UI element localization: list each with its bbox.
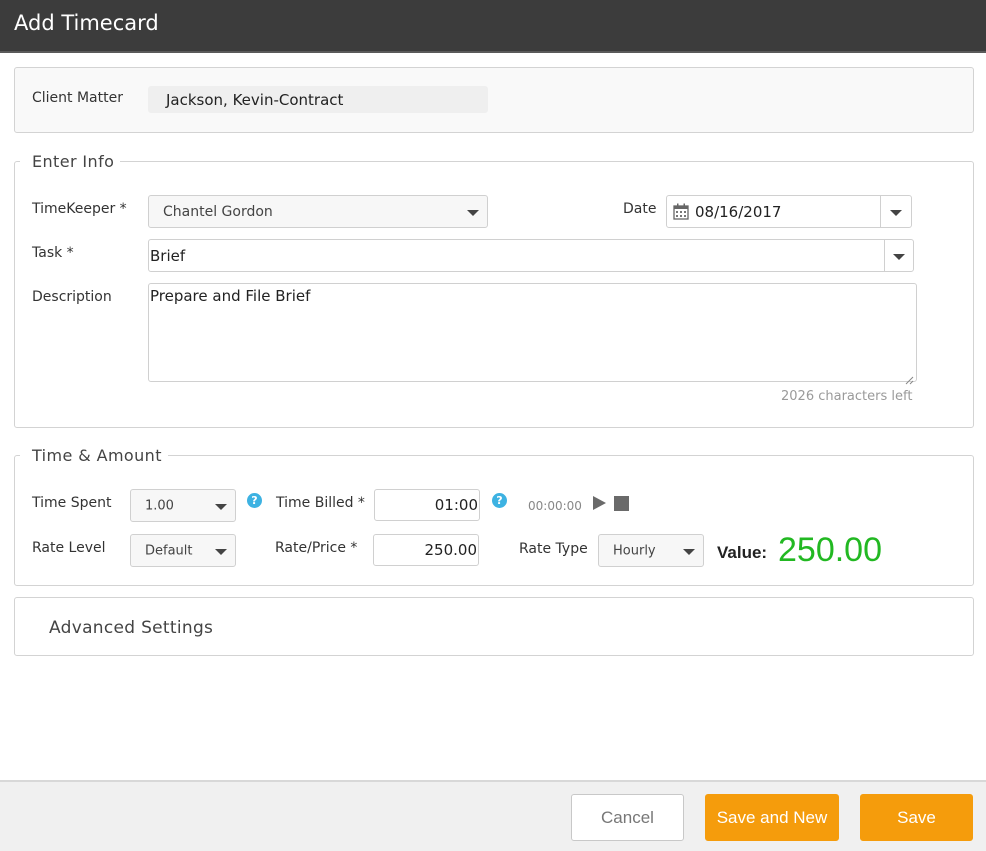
- timekeeper-value: Chantel Gordon: [163, 203, 273, 220]
- rate-price-input[interactable]: 250.00: [373, 534, 479, 566]
- task-label: Task *: [32, 245, 74, 261]
- resize-handle-icon[interactable]: [905, 370, 914, 385]
- time-amount-legend: Time & Amount: [20, 446, 168, 465]
- time-spent-label: Time Spent: [32, 495, 112, 511]
- question-circle-icon[interactable]: ?: [247, 493, 262, 508]
- description-label: Description: [32, 289, 112, 305]
- description-value: Prepare and File Brief: [150, 287, 311, 305]
- stop-icon[interactable]: [614, 496, 629, 511]
- caret-down-icon: [683, 548, 695, 555]
- rate-level-select[interactable]: Default: [130, 534, 236, 567]
- task-value: Brief: [150, 246, 186, 265]
- calendar-icon[interactable]: [673, 203, 689, 220]
- date-picker[interactable]: 08/16/2017: [666, 195, 912, 228]
- value-label: Value:: [717, 543, 768, 562]
- time-billed-value: 01:00: [434, 496, 478, 514]
- time-billed-label: Time Billed *: [276, 495, 365, 511]
- rate-level-label: Rate Level: [32, 540, 106, 556]
- time-spent-value: 1.00: [145, 498, 174, 513]
- rate-type-label: Rate Type: [519, 541, 588, 557]
- cancel-button[interactable]: Cancel: [571, 794, 684, 841]
- advanced-settings-label[interactable]: Advanced Settings: [49, 618, 213, 638]
- caret-down-icon: [467, 209, 479, 216]
- client-matter-label: Client Matter: [32, 90, 123, 106]
- value-amount: 250.00: [778, 531, 882, 569]
- timekeeper-label: TimeKeeper *: [32, 201, 127, 217]
- client-matter-field[interactable]: Jackson, Kevin-Contract: [148, 86, 488, 113]
- dialog-title: Add Timecard: [14, 11, 159, 35]
- date-divider: [880, 196, 881, 227]
- caret-down-icon: [215, 548, 227, 555]
- rate-price-label: Rate/Price *: [275, 540, 358, 556]
- dialog-header: Add Timecard: [0, 0, 986, 53]
- play-icon[interactable]: [592, 495, 607, 511]
- date-value: 08/16/2017: [695, 202, 782, 221]
- description-textarea[interactable]: Prepare and File Brief: [148, 283, 917, 385]
- task-select[interactable]: Brief: [148, 239, 914, 272]
- rate-type-select[interactable]: Hourly: [598, 534, 704, 567]
- timer-display: 00:00:00: [528, 499, 582, 513]
- rate-level-value: Default: [145, 543, 193, 558]
- time-spent-select[interactable]: 1.00: [130, 489, 236, 522]
- time-billed-input[interactable]: 01:00: [374, 489, 480, 521]
- caret-down-icon[interactable]: [893, 253, 905, 260]
- client-matter-value: Jackson, Kevin-Contract: [166, 90, 344, 109]
- characters-left: 2026 characters left: [781, 389, 913, 404]
- task-divider: [884, 240, 885, 271]
- rate-price-value: 250.00: [424, 541, 478, 559]
- rate-type-value: Hourly: [613, 543, 656, 558]
- timekeeper-select[interactable]: Chantel Gordon: [148, 195, 488, 228]
- save-button[interactable]: Save: [860, 794, 973, 841]
- question-circle-icon[interactable]: ?: [492, 493, 507, 508]
- enter-info-legend: Enter Info: [20, 152, 121, 171]
- date-label: Date: [623, 201, 657, 217]
- caret-down-icon[interactable]: [890, 209, 902, 216]
- caret-down-icon: [215, 503, 227, 510]
- save-and-new-button[interactable]: Save and New: [705, 794, 839, 841]
